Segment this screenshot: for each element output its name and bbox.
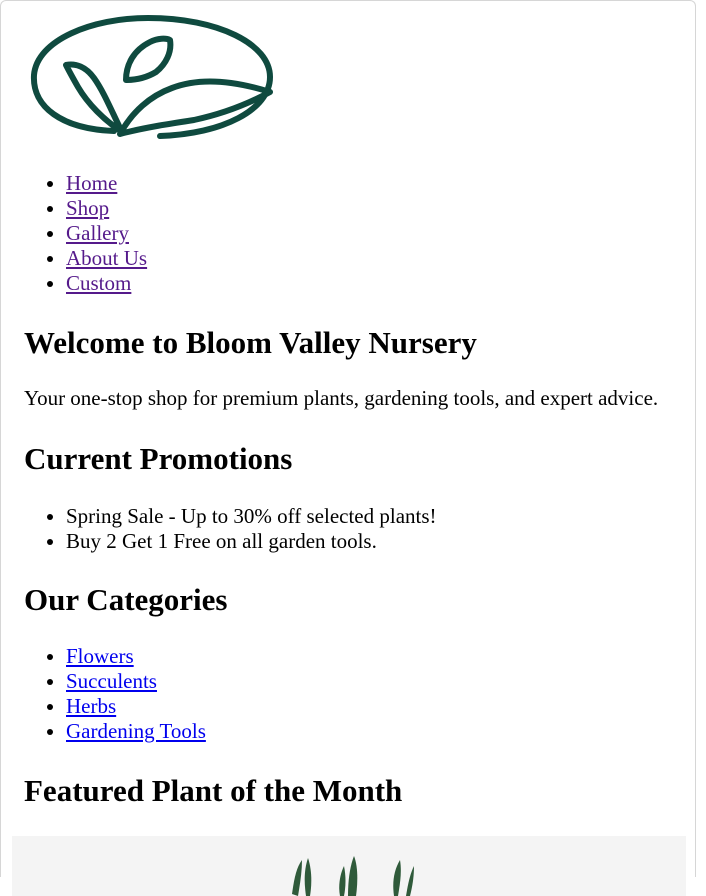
category-item-succulents: Succulents bbox=[66, 669, 206, 694]
plant-photo-icon bbox=[292, 856, 414, 896]
logo-icon[interactable] bbox=[22, 12, 274, 140]
nav-item-home: Home bbox=[66, 171, 147, 196]
nav-item-shop: Shop bbox=[66, 196, 147, 221]
nav-link-custom[interactable]: Custom bbox=[66, 271, 131, 295]
category-link-succulents[interactable]: Succulents bbox=[66, 669, 157, 693]
nav-item-custom: Custom bbox=[66, 271, 147, 296]
category-item-gardening-tools: Gardening Tools bbox=[66, 719, 206, 744]
page-title: Welcome to Bloom Valley Nursery bbox=[24, 325, 477, 360]
promotion-item: Buy 2 Get 1 Free on all garden tools. bbox=[66, 529, 437, 554]
intro-text: Your one-stop shop for premium plants, g… bbox=[24, 386, 659, 410]
promotions-list: Spring Sale - Up to 30% off selected pla… bbox=[12, 504, 437, 554]
nav-item-gallery: Gallery bbox=[66, 221, 147, 246]
nav-link-gallery[interactable]: Gallery bbox=[66, 221, 129, 245]
categories-heading: Our Categories bbox=[24, 582, 228, 617]
nav-item-about-us: About Us bbox=[66, 246, 147, 271]
nav-link-home[interactable]: Home bbox=[66, 171, 117, 195]
featured-plant-image bbox=[12, 836, 686, 896]
category-link-flowers[interactable]: Flowers bbox=[66, 644, 134, 668]
category-item-flowers: Flowers bbox=[66, 644, 206, 669]
category-link-herbs[interactable]: Herbs bbox=[66, 694, 116, 718]
featured-heading: Featured Plant of the Month bbox=[24, 773, 403, 808]
nav-link-shop[interactable]: Shop bbox=[66, 196, 109, 220]
category-link-gardening-tools[interactable]: Gardening Tools bbox=[66, 719, 206, 743]
promotion-item: Spring Sale - Up to 30% off selected pla… bbox=[66, 504, 437, 529]
nav-link-about-us[interactable]: About Us bbox=[66, 246, 147, 270]
category-item-herbs: Herbs bbox=[66, 694, 206, 719]
main-nav: Home Shop Gallery About Us Custom bbox=[12, 171, 147, 296]
categories-list: Flowers Succulents Herbs Gardening Tools bbox=[12, 644, 206, 744]
promotions-heading: Current Promotions bbox=[24, 441, 293, 476]
